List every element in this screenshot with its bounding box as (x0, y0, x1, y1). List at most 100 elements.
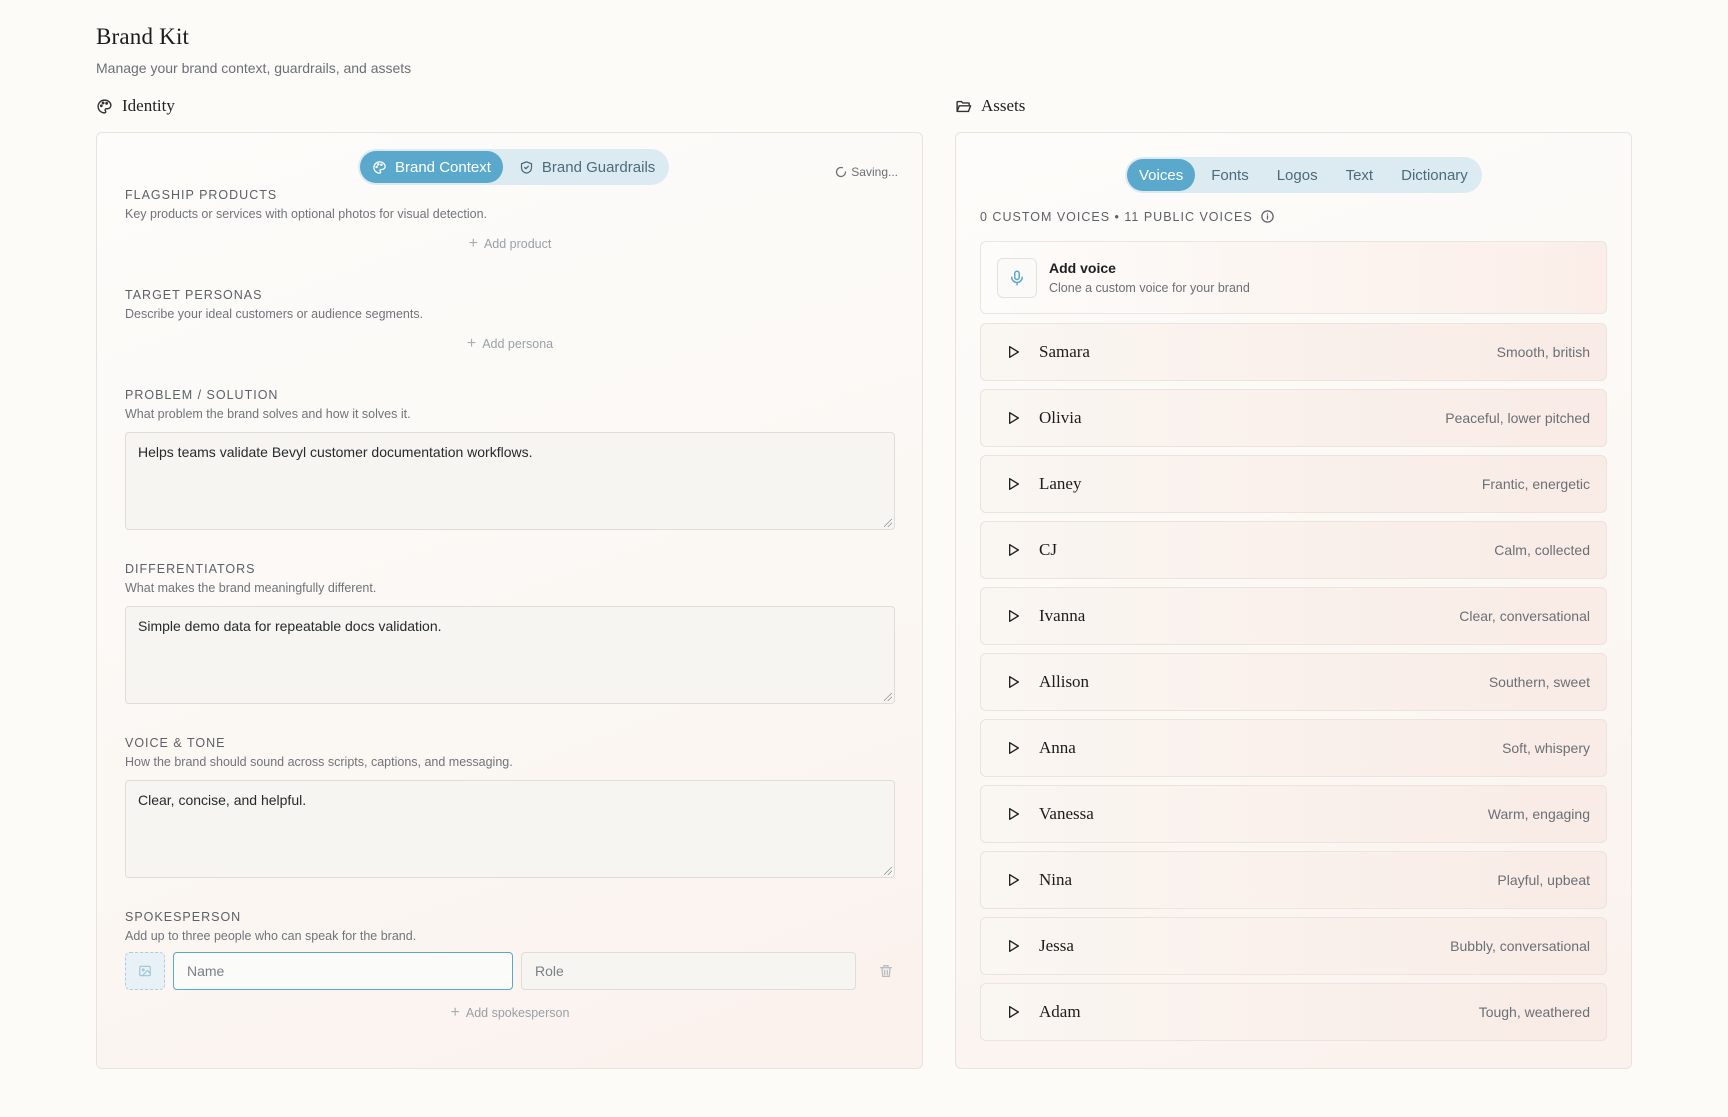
voice-description: Bubbly, conversational (1450, 938, 1590, 954)
voice-description: Clear, conversational (1459, 608, 1590, 624)
page-title: Brand Kit (96, 24, 190, 49)
voice-row[interactable]: Laney Frantic, energetic (980, 455, 1607, 513)
play-icon[interactable] (1005, 542, 1021, 558)
add-product-button[interactable]: + Add product (125, 236, 895, 252)
play-icon[interactable] (1005, 740, 1021, 756)
play-icon[interactable] (1005, 608, 1021, 624)
voice-row[interactable]: Ivanna Clear, conversational (980, 587, 1607, 645)
voice-description: Smooth, british (1496, 344, 1590, 360)
differentiators-textarea[interactable]: Simple demo data for repeatable docs val… (125, 606, 895, 704)
spinner-icon (836, 166, 847, 178)
field-help: How the brand should sound across script… (125, 755, 513, 769)
tab-fonts-label: Fonts (1211, 166, 1249, 184)
play-icon[interactable] (1005, 872, 1021, 888)
voice-name: Anna (1039, 738, 1076, 757)
voice-name: Samara (1039, 342, 1090, 361)
voice-description: Warm, engaging (1487, 806, 1590, 822)
plus-icon: + (466, 335, 477, 352)
voice-name: Laney (1039, 474, 1082, 493)
tab-voices[interactable]: Voices (1127, 159, 1196, 191)
add-spokesperson-button[interactable]: + Add spokesperson (125, 1005, 895, 1021)
palette-icon (97, 98, 112, 114)
play-icon[interactable] (1005, 674, 1021, 690)
identity-heading-label: Identity (122, 96, 175, 115)
flagship-products-section: FLAGSHIP PRODUCTS Key products or servic… (125, 188, 895, 252)
voice-row[interactable]: Jessa Bubbly, conversational (980, 917, 1607, 975)
palette-icon (373, 160, 386, 174)
voice-tone-section: VOICE & TONE How the brand should sound … (125, 736, 895, 878)
voice-description: Playful, upbeat (1497, 872, 1590, 888)
play-icon[interactable] (1005, 476, 1021, 492)
name-placeholder: Name (187, 963, 225, 979)
tab-voices-label: Voices (1139, 166, 1184, 184)
tab-brand-context[interactable]: Brand Context (360, 151, 503, 183)
voice-row[interactable]: Anna Soft, whispery (980, 719, 1607, 777)
differentiators-section: DIFFERENTIATORS What makes the brand mea… (125, 562, 895, 704)
saving-indicator: Saving... (835, 165, 898, 179)
spokesperson-name-input[interactable]: Name (173, 952, 513, 990)
assets-panel: Voices Fonts Logos Text Dictionary 0 CUS… (955, 132, 1632, 1069)
add-voice-subtitle: Clone a custom voice for your brand (1049, 281, 1250, 295)
assets-heading: Assets (955, 96, 1025, 116)
trash-icon[interactable] (878, 963, 894, 979)
page-header: Brand Kit Manage your brand context, gua… (96, 24, 411, 76)
info-icon[interactable] (1260, 209, 1275, 224)
field-help: What makes the brand meaningfully differ… (125, 581, 377, 595)
field-label: FLAGSHIP PRODUCTS (125, 188, 278, 202)
add-voice-card[interactable]: Add voice Clone a custom voice for your … (980, 241, 1607, 314)
voice-row[interactable]: Allison Southern, sweet (980, 653, 1607, 711)
add-spokesperson-label: Add spokesperson (465, 1006, 570, 1020)
voice-name: Nina (1039, 870, 1073, 889)
page-subtitle: Manage your brand context, guardrails, a… (96, 60, 412, 76)
problem-solution-textarea[interactable]: Helps teams validate Bevyl customer docu… (125, 432, 895, 530)
role-placeholder: Role (535, 963, 564, 979)
tab-brand-guardrails[interactable]: Brand Guardrails (507, 151, 667, 183)
tab-dictionary[interactable]: Dictionary (1389, 159, 1480, 191)
mic-icon (1011, 270, 1023, 285)
play-icon[interactable] (1005, 1004, 1021, 1020)
voice-name: Adam (1039, 1002, 1081, 1021)
voice-row[interactable]: Nina Playful, upbeat (980, 851, 1607, 909)
voice-name: Vanessa (1039, 804, 1094, 823)
tab-brand-context-label: Brand Context (395, 158, 491, 176)
field-help: Add up to three people who can speak for… (125, 929, 417, 943)
add-voice-title: Add voice (1049, 260, 1116, 276)
tab-fonts[interactable]: Fonts (1199, 159, 1261, 191)
identity-panel: Brand Context Brand Guardrails Saving...… (96, 132, 923, 1069)
voice-row[interactable]: CJ Calm, collected (980, 521, 1607, 579)
textarea-value: Helps teams validate Bevyl customer docu… (138, 444, 533, 460)
tab-text[interactable]: Text (1334, 159, 1386, 191)
field-label: SPOKESPERSON (125, 910, 242, 924)
add-persona-button[interactable]: + Add persona (125, 335, 895, 352)
textarea-value: Clear, concise, and helpful. (138, 792, 307, 808)
resize-handle[interactable] (884, 693, 892, 701)
play-icon[interactable] (1005, 806, 1021, 822)
field-help: Key products or services with optional p… (125, 207, 487, 221)
play-icon[interactable] (1005, 410, 1021, 426)
image-icon (139, 965, 151, 977)
play-icon[interactable] (1005, 344, 1021, 360)
voice-row[interactable]: Olivia Peaceful, lower pitched (980, 389, 1607, 447)
voice-name: Olivia (1039, 408, 1082, 427)
voice-description: Calm, collected (1494, 542, 1590, 558)
tab-logos-label: Logos (1276, 166, 1318, 184)
shield-check-icon (520, 160, 533, 174)
play-icon[interactable] (1005, 938, 1021, 954)
voice-row[interactable]: Vanessa Warm, engaging (980, 785, 1607, 843)
voice-name: CJ (1039, 540, 1057, 559)
resize-handle[interactable] (884, 867, 892, 875)
field-label: DIFFERENTIATORS (125, 562, 256, 576)
resize-handle[interactable] (884, 519, 892, 527)
voice-description: Peaceful, lower pitched (1445, 410, 1590, 426)
voice-row[interactable]: Adam Tough, weathered (980, 983, 1607, 1041)
voice-row[interactable]: Samara Smooth, british (980, 323, 1607, 381)
voice-description: Southern, sweet (1488, 674, 1590, 690)
mic-icon-box (997, 257, 1037, 298)
identity-tabs: Brand Context Brand Guardrails (358, 149, 670, 185)
voice-tone-textarea[interactable]: Clear, concise, and helpful. (125, 780, 895, 878)
tab-logos[interactable]: Logos (1265, 159, 1330, 191)
field-label: VOICE & TONE (125, 736, 226, 750)
spokesperson-role-input[interactable]: Role (521, 952, 856, 990)
spokesperson-photo-upload[interactable] (125, 952, 165, 990)
target-personas-section: TARGET PERSONAS Describe your ideal cust… (125, 288, 895, 352)
